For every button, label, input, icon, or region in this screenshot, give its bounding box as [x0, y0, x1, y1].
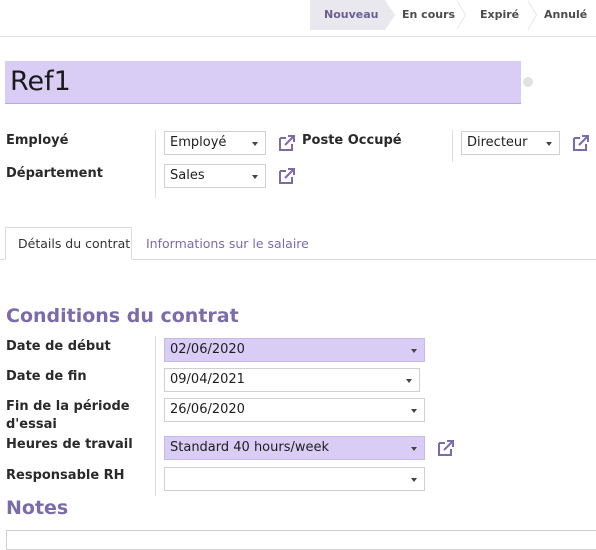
- chevron-down-icon: [411, 447, 417, 451]
- notes-editor[interactable]: [6, 530, 596, 550]
- stage-label: Annulé: [544, 8, 588, 21]
- label-divider: [155, 130, 156, 198]
- stage-nouveau[interactable]: Nouveau: [310, 0, 385, 30]
- stage-expire[interactable]: Expiré: [470, 0, 525, 30]
- job-select-value: Directeur: [467, 135, 528, 150]
- hr-responsible-label: Responsable RH: [6, 468, 125, 483]
- working-hours-select[interactable]: Standard 40 hours/week: [164, 436, 425, 460]
- status-bar: Nouveau En cours Expiré Annulé: [0, 0, 596, 30]
- trial-end-value: 26/06/2020: [170, 402, 245, 417]
- priority-dot[interactable]: [523, 77, 533, 87]
- job-select[interactable]: Directeur: [461, 131, 560, 155]
- end-date-label: Date de fin: [6, 369, 87, 384]
- stage-chevron: [456, 0, 465, 30]
- tab-salary-info[interactable]: Informations sur le salaire: [146, 236, 309, 251]
- chevron-down-icon: [252, 142, 258, 146]
- label-divider: [155, 336, 156, 496]
- working-hours-value: Standard 40 hours/week: [170, 440, 330, 455]
- end-date-input[interactable]: 09/04/2021: [164, 368, 420, 392]
- hr-responsible-select[interactable]: [164, 467, 425, 491]
- chevron-down-icon: [411, 349, 417, 353]
- chevron-down-icon: [411, 478, 417, 482]
- department-select-value: Sales: [170, 168, 205, 183]
- chevron-down-icon: [411, 409, 417, 413]
- stage-annule[interactable]: Annulé: [540, 0, 596, 30]
- tab-label: Détails du contrat: [18, 236, 131, 251]
- contract-name-field[interactable]: Ref1: [5, 61, 521, 104]
- working-hours-label: Heures de travail: [6, 437, 133, 452]
- trial-end-input[interactable]: 26/06/2020: [164, 398, 425, 422]
- external-link-icon[interactable]: [436, 438, 456, 458]
- stage-label: Expiré: [480, 8, 520, 21]
- conditions-title: Conditions du contrat: [6, 305, 239, 327]
- stage-chevron: [385, 0, 395, 30]
- trial-end-label-line1: Fin de la période: [6, 399, 130, 414]
- end-date-value: 09/04/2021: [170, 372, 245, 387]
- stage-label: En cours: [402, 8, 456, 21]
- start-date-value: 02/06/2020: [170, 342, 245, 357]
- label-divider: [452, 130, 453, 162]
- chevron-down-icon: [546, 142, 552, 146]
- trial-end-label-line2: d'essai: [6, 417, 57, 432]
- status-bar-divider: [0, 36, 596, 37]
- job-label: Poste Occupé: [302, 133, 402, 148]
- employee-select-value: Employé: [170, 135, 227, 150]
- notes-title: Notes: [6, 497, 69, 519]
- external-link-icon[interactable]: [571, 133, 591, 153]
- stage-en-cours[interactable]: En cours: [396, 0, 456, 30]
- start-date-input[interactable]: 02/06/2020: [164, 338, 425, 362]
- department-label: Département: [6, 166, 103, 181]
- tab-contract-details[interactable]: Détails du contrat: [5, 227, 132, 260]
- start-date-label: Date de début: [6, 339, 111, 354]
- chevron-down-icon: [406, 379, 412, 383]
- external-link-icon[interactable]: [277, 166, 297, 186]
- contract-name-value: Ref1: [10, 66, 71, 97]
- stage-chevron: [527, 0, 536, 30]
- external-link-icon[interactable]: [277, 133, 297, 153]
- stage-label: Nouveau: [324, 8, 379, 21]
- employee-label: Employé: [6, 133, 69, 148]
- chevron-down-icon: [252, 175, 258, 179]
- department-select[interactable]: Sales: [164, 164, 266, 188]
- employee-select[interactable]: Employé: [164, 131, 266, 155]
